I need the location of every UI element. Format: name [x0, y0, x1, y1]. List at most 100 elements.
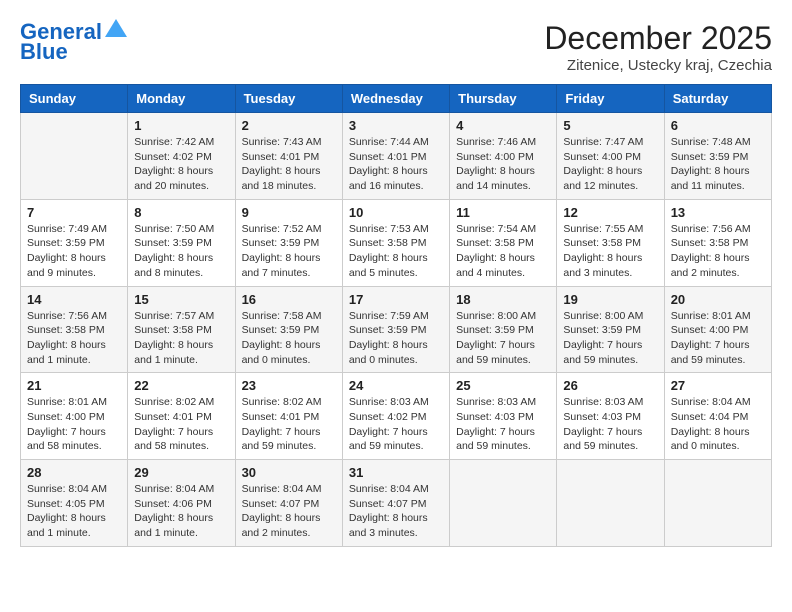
calendar-week-row: 21 Sunrise: 8:01 AM Sunset: 4:00 PM Dayli… — [21, 373, 772, 460]
calendar-header-cell: Sunday — [21, 85, 128, 113]
day-number: 24 — [349, 378, 443, 393]
calendar-cell: 30 Sunrise: 8:04 AM Sunset: 4:07 PM Dayli… — [235, 460, 342, 547]
logo: General Blue — [20, 20, 127, 64]
day-info: Sunrise: 7:43 AM Sunset: 4:01 PM Dayligh… — [242, 135, 336, 194]
day-number: 10 — [349, 205, 443, 220]
calendar-cell: 26 Sunrise: 8:03 AM Sunset: 4:03 PM Dayli… — [557, 373, 664, 460]
calendar-header-cell: Friday — [557, 85, 664, 113]
day-info: Sunrise: 8:04 AM Sunset: 4:07 PM Dayligh… — [242, 482, 336, 541]
day-info: Sunrise: 7:48 AM Sunset: 3:59 PM Dayligh… — [671, 135, 765, 194]
calendar-cell: 15 Sunrise: 7:57 AM Sunset: 3:58 PM Dayli… — [128, 286, 235, 373]
calendar-cell — [557, 460, 664, 547]
day-info: Sunrise: 7:54 AM Sunset: 3:58 PM Dayligh… — [456, 222, 550, 281]
day-number: 29 — [134, 465, 228, 480]
day-info: Sunrise: 8:04 AM Sunset: 4:04 PM Dayligh… — [671, 395, 765, 454]
calendar-cell: 13Sunrise: 7:56 AM Sunset: 3:58 PM Dayli… — [664, 199, 771, 286]
day-number: 6 — [671, 118, 765, 133]
day-info: Sunrise: 7:42 AM Sunset: 4:02 PM Dayligh… — [134, 135, 228, 194]
calendar-cell: 27 Sunrise: 8:04 AM Sunset: 4:04 PM Dayli… — [664, 373, 771, 460]
day-number: 4 — [456, 118, 550, 133]
day-number: 3 — [349, 118, 443, 133]
calendar-cell: 25Sunrise: 8:03 AM Sunset: 4:03 PM Dayli… — [450, 373, 557, 460]
day-number: 27 — [671, 378, 765, 393]
calendar-cell: 8 Sunrise: 7:50 AM Sunset: 3:59 PM Daylig… — [128, 199, 235, 286]
day-number: 1 — [134, 118, 228, 133]
day-info: Sunrise: 8:00 AM Sunset: 3:59 PM Dayligh… — [563, 309, 657, 368]
calendar-week-row: 7 Sunrise: 7:49 AM Sunset: 3:59 PM Daylig… — [21, 199, 772, 286]
day-info: Sunrise: 8:04 AM Sunset: 4:07 PM Dayligh… — [349, 482, 443, 541]
day-number: 23 — [242, 378, 336, 393]
day-info: Sunrise: 7:50 AM Sunset: 3:59 PM Dayligh… — [134, 222, 228, 281]
day-number: 21 — [27, 378, 121, 393]
day-info: Sunrise: 7:49 AM Sunset: 3:59 PM Dayligh… — [27, 222, 121, 281]
calendar-header-cell: Monday — [128, 85, 235, 113]
calendar-cell: 10 Sunrise: 7:53 AM Sunset: 3:58 PM Dayli… — [342, 199, 449, 286]
calendar-header-row: SundayMondayTuesdayWednesdayThursdayFrid… — [21, 85, 772, 113]
calendar-cell: 24 Sunrise: 8:03 AM Sunset: 4:02 PM Dayli… — [342, 373, 449, 460]
day-number: 16 — [242, 292, 336, 307]
day-number: 2 — [242, 118, 336, 133]
day-number: 5 — [563, 118, 657, 133]
calendar-cell: 18Sunrise: 8:00 AM Sunset: 3:59 PM Dayli… — [450, 286, 557, 373]
day-number: 19 — [563, 292, 657, 307]
calendar-cell: 23Sunrise: 8:02 AM Sunset: 4:01 PM Dayli… — [235, 373, 342, 460]
day-info: Sunrise: 7:46 AM Sunset: 4:00 PM Dayligh… — [456, 135, 550, 194]
location: Zitenice, Ustecky kraj, Czechia — [544, 57, 772, 74]
calendar-week-row: 1 Sunrise: 7:42 AM Sunset: 4:02 PM Daylig… — [21, 113, 772, 200]
day-number: 26 — [563, 378, 657, 393]
calendar-cell — [21, 113, 128, 200]
calendar-cell: 11 Sunrise: 7:54 AM Sunset: 3:58 PM Dayli… — [450, 199, 557, 286]
calendar-header-cell: Tuesday — [235, 85, 342, 113]
calendar-cell: 28Sunrise: 8:04 AM Sunset: 4:05 PM Dayli… — [21, 460, 128, 547]
calendar-header-cell: Thursday — [450, 85, 557, 113]
day-number: 7 — [27, 205, 121, 220]
day-info: Sunrise: 7:57 AM Sunset: 3:58 PM Dayligh… — [134, 309, 228, 368]
day-info: Sunrise: 7:52 AM Sunset: 3:59 PM Dayligh… — [242, 222, 336, 281]
calendar-body: 1 Sunrise: 7:42 AM Sunset: 4:02 PM Daylig… — [21, 113, 772, 547]
day-number: 15 — [134, 292, 228, 307]
day-number: 12 — [563, 205, 657, 220]
day-number: 30 — [242, 465, 336, 480]
day-number: 17 — [349, 292, 443, 307]
title-block: December 2025 Zitenice, Ustecky kraj, Cz… — [544, 20, 772, 74]
day-number: 14 — [27, 292, 121, 307]
day-info: Sunrise: 7:58 AM Sunset: 3:59 PM Dayligh… — [242, 309, 336, 368]
day-number: 11 — [456, 205, 550, 220]
day-info: Sunrise: 8:03 AM Sunset: 4:03 PM Dayligh… — [563, 395, 657, 454]
calendar-cell: 3Sunrise: 7:44 AM Sunset: 4:01 PM Daylig… — [342, 113, 449, 200]
calendar-cell: 6 Sunrise: 7:48 AM Sunset: 3:59 PM Daylig… — [664, 113, 771, 200]
calendar-cell: 31 Sunrise: 8:04 AM Sunset: 4:07 PM Dayli… — [342, 460, 449, 547]
calendar-table: SundayMondayTuesdayWednesdayThursdayFrid… — [20, 84, 772, 547]
calendar-cell — [450, 460, 557, 547]
day-info: Sunrise: 8:03 AM Sunset: 4:02 PM Dayligh… — [349, 395, 443, 454]
calendar-cell: 5 Sunrise: 7:47 AM Sunset: 4:00 PM Daylig… — [557, 113, 664, 200]
day-info: Sunrise: 8:04 AM Sunset: 4:05 PM Dayligh… — [27, 482, 121, 541]
day-info: Sunrise: 8:02 AM Sunset: 4:01 PM Dayligh… — [134, 395, 228, 454]
day-info: Sunrise: 8:04 AM Sunset: 4:06 PM Dayligh… — [134, 482, 228, 541]
calendar-cell — [664, 460, 771, 547]
day-info: Sunrise: 7:53 AM Sunset: 3:58 PM Dayligh… — [349, 222, 443, 281]
page-header: General Blue December 2025 Zitenice, Ust… — [20, 20, 772, 74]
calendar-cell: 17 Sunrise: 7:59 AM Sunset: 3:59 PM Dayli… — [342, 286, 449, 373]
day-number: 8 — [134, 205, 228, 220]
day-number: 22 — [134, 378, 228, 393]
day-info: Sunrise: 8:01 AM Sunset: 4:00 PM Dayligh… — [27, 395, 121, 454]
logo-icon — [105, 17, 127, 39]
day-number: 31 — [349, 465, 443, 480]
day-info: Sunrise: 7:56 AM Sunset: 3:58 PM Dayligh… — [27, 309, 121, 368]
day-info: Sunrise: 7:59 AM Sunset: 3:59 PM Dayligh… — [349, 309, 443, 368]
day-info: Sunrise: 8:00 AM Sunset: 3:59 PM Dayligh… — [456, 309, 550, 368]
day-info: Sunrise: 7:47 AM Sunset: 4:00 PM Dayligh… — [563, 135, 657, 194]
calendar-cell: 22 Sunrise: 8:02 AM Sunset: 4:01 PM Dayli… — [128, 373, 235, 460]
calendar-cell: 9Sunrise: 7:52 AM Sunset: 3:59 PM Daylig… — [235, 199, 342, 286]
calendar-week-row: 28Sunrise: 8:04 AM Sunset: 4:05 PM Dayli… — [21, 460, 772, 547]
month-title: December 2025 — [544, 20, 772, 57]
calendar-cell: 4 Sunrise: 7:46 AM Sunset: 4:00 PM Daylig… — [450, 113, 557, 200]
calendar-cell: 16 Sunrise: 7:58 AM Sunset: 3:59 PM Dayli… — [235, 286, 342, 373]
calendar-cell: 1 Sunrise: 7:42 AM Sunset: 4:02 PM Daylig… — [128, 113, 235, 200]
calendar-cell: 12Sunrise: 7:55 AM Sunset: 3:58 PM Dayli… — [557, 199, 664, 286]
calendar-cell: 29 Sunrise: 8:04 AM Sunset: 4:06 PM Dayli… — [128, 460, 235, 547]
day-info: Sunrise: 8:01 AM Sunset: 4:00 PM Dayligh… — [671, 309, 765, 368]
calendar-cell: 20Sunrise: 8:01 AM Sunset: 4:00 PM Dayli… — [664, 286, 771, 373]
day-number: 25 — [456, 378, 550, 393]
